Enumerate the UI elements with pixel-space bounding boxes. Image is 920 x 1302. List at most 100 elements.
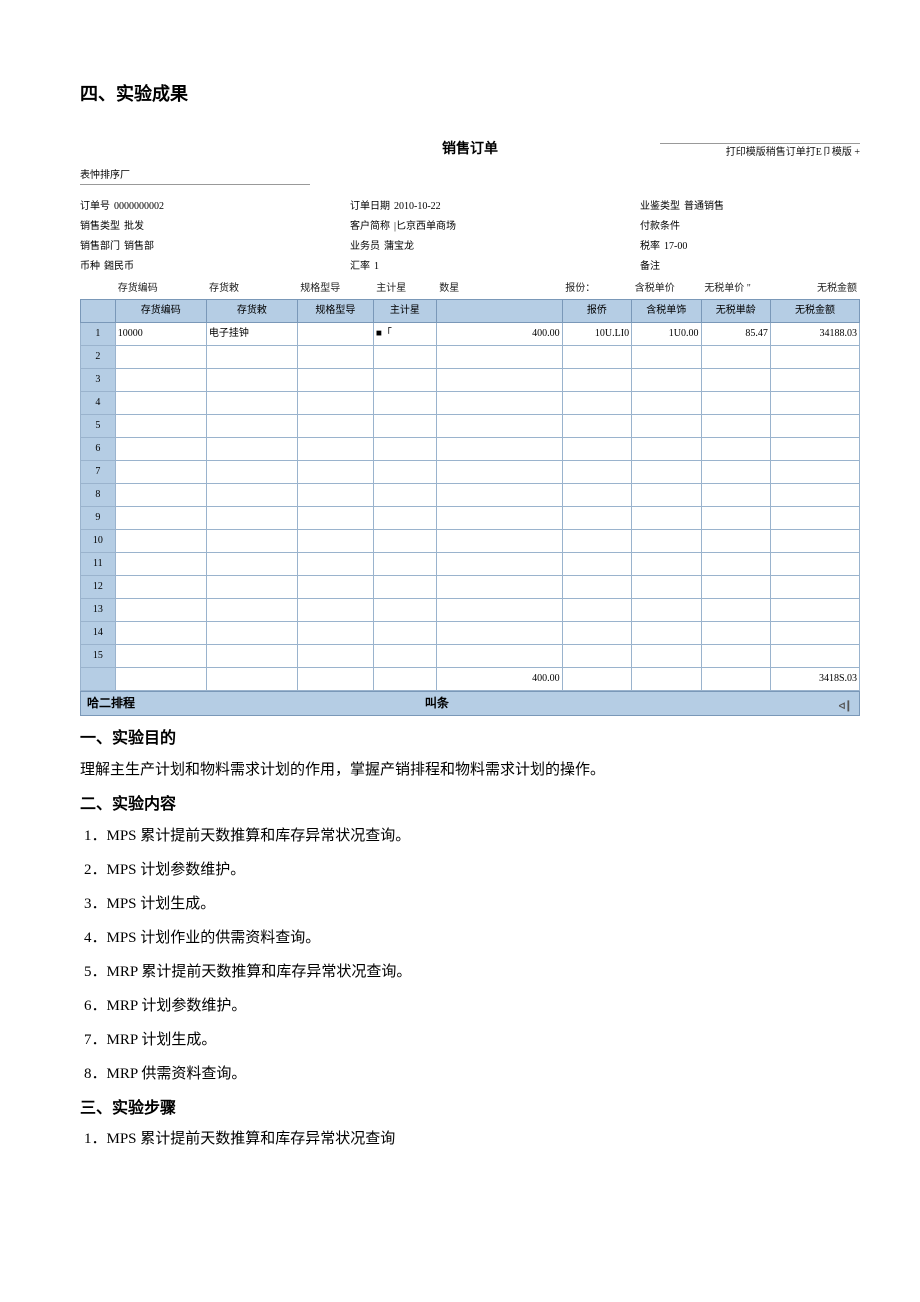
cell-name [206,507,297,530]
label: 销售类型 [80,219,120,235]
row-num: 14 [81,622,116,645]
ht-8: 含税单价 [632,279,702,299]
value: 批发 [124,219,144,235]
ht-7: 报份： [562,279,632,299]
info-biz-type: 业鉴类型普通销售 [640,199,860,215]
cell-notaxp [701,369,770,392]
cell-rpt [562,622,631,645]
cell-name [206,461,297,484]
value: 销售部 [124,239,154,255]
cell-spec [297,576,373,599]
cell-taxp: 1U0.00 [632,323,701,346]
row-num: 1 [81,323,116,346]
cell-rpt: 10U.LI0 [562,323,631,346]
cell-name [206,599,297,622]
cell-taxp [632,346,701,369]
row-num: 12 [81,576,116,599]
totals-qty: 400.00 [436,668,562,691]
cell-taxp [632,484,701,507]
value: 普通销售 [684,199,724,215]
table-row: 11 [81,553,860,576]
cell-code [115,530,206,553]
list-item: 1．MPS 累计提前天数推算和库存异常状况查询。 [80,824,860,848]
cell-spec [297,484,373,507]
cell-name [206,645,297,668]
heading-result: 四、实验成果 [80,80,860,109]
label: 付款条件 [640,219,680,235]
cell-qty [436,530,562,553]
cell-notaxp [701,484,770,507]
label: 业鉴类型 [640,199,680,215]
info-dept: 销售部门销售部 [80,239,350,255]
totals-row: 400.00 3418S.03 [81,668,860,691]
ht-9: 无税单价 " [701,279,771,299]
cell-qty [436,553,562,576]
row-num: 4 [81,392,116,415]
cell-notaxa [770,576,859,599]
value: 蒲宝龙 [384,239,414,255]
table-row: 5 [81,415,860,438]
cell-rpt [562,346,631,369]
cell-code [115,369,206,392]
cell-rpt [562,392,631,415]
ht-5: 数星 [436,279,499,299]
cell-notaxa [770,622,859,645]
cell-notaxa [770,599,859,622]
header-top-row: 存货编码 存货敕 规格型导 主计星 数星 报份： 含税单价 无税单价 " 无税金… [80,279,860,299]
hm-6: 报侨 [562,300,631,323]
section-3-item: 1．MPS 累计提前天数推算和库存异常状况查询 [80,1127,860,1151]
cell-unit [373,530,436,553]
cell-name [206,484,297,507]
cell-code [115,576,206,599]
cell-name [206,576,297,599]
table-row: 3 [81,369,860,392]
cell-name [206,346,297,369]
cell-unit [373,461,436,484]
cell-unit [373,645,436,668]
header-main-row: 存货编码 存货敕 规格型导 主计星 报侨 含税单饰 无税単龄 无税金额 [81,300,860,323]
cell-qty [436,645,562,668]
table-row: 8 [81,484,860,507]
label: 税率 [640,239,660,255]
row-num: 15 [81,645,116,668]
hm-8: 无税単龄 [701,300,770,323]
cell-code [115,392,206,415]
cell-taxp [632,369,701,392]
cell-code [115,484,206,507]
cell-notaxp [701,553,770,576]
order-header-top: 存货编码 存货敕 规格型导 主计星 数星 报份： 含税单价 无税单价 " 无税金… [80,279,860,299]
cell-qty [436,369,562,392]
cell-taxp [632,392,701,415]
cell-unit [373,346,436,369]
ht-0 [80,279,115,299]
cell-unit: ■「 [373,323,436,346]
cell-qty [436,622,562,645]
cell-spec [297,645,373,668]
section-1-heading: 一、实验目的 [80,726,860,752]
value: 2010-10-22 [394,199,441,215]
cell-code [115,507,206,530]
cell-rpt [562,553,631,576]
footer-left: 哈二排程 [87,694,135,713]
cell-notaxa [770,392,859,415]
hm-2: 存货敕 [206,300,297,323]
table-row: 7 [81,461,860,484]
info-currency: 币种鎺民币 [80,259,350,275]
cell-notaxa [770,507,859,530]
cell-rpt [562,530,631,553]
sort-label: 表忡排序厂 [80,168,310,185]
cell-notaxp [701,438,770,461]
info-salesman: 业务员蒲宝龙 [350,239,640,255]
row-num: 7 [81,461,116,484]
ht-4: 主计星 [373,279,436,299]
cell-notaxa [770,645,859,668]
cell-qty [436,507,562,530]
cell-notaxp [701,415,770,438]
info-exchange: 汇率1 [350,259,640,275]
table-row: 6 [81,438,860,461]
row-num: 8 [81,484,116,507]
hm-9: 无税金额 [770,300,859,323]
value: 17-00 [664,239,687,255]
cell-notaxp [701,645,770,668]
cell-qty [436,346,562,369]
